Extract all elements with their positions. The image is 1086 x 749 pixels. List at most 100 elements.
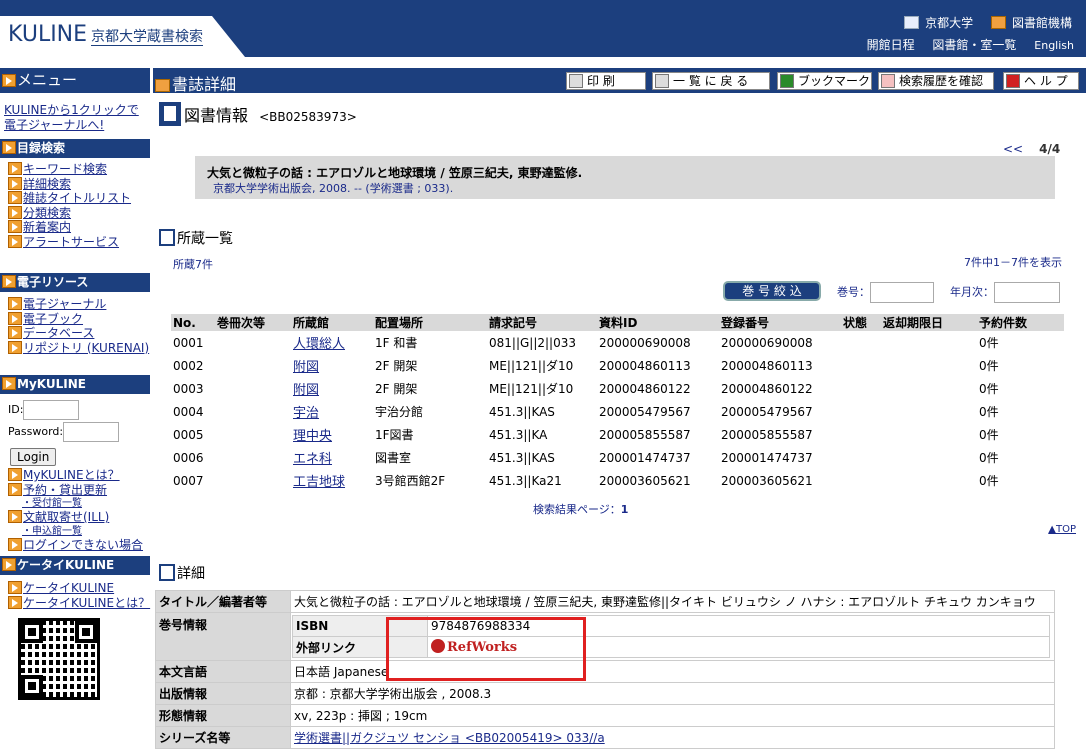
password-label: Password: xyxy=(8,425,64,438)
holdings-cell: 0件 xyxy=(979,382,999,396)
print-button[interactable]: 印 刷 xyxy=(566,72,646,90)
nav-detailed-search[interactable]: 詳細検索 xyxy=(23,177,71,191)
series-label: シリーズ名等 xyxy=(155,726,291,749)
highlight-box xyxy=(386,617,586,681)
table-row: 0004 宇治 宇治分館 451.3||KAS 200005479567 20000547… xyxy=(171,400,1064,423)
year-filter-label: 年月次： xyxy=(950,285,994,299)
link-english[interactable]: English xyxy=(1034,39,1074,52)
holdings-cell xyxy=(841,377,881,400)
series-link[interactable]: 学術選書||ガクジュツ センショ <BB02005419> 033//a xyxy=(294,731,605,745)
holdings-cell xyxy=(841,423,881,446)
nav-renew[interactable]: 予約・貸出更新 xyxy=(23,483,107,497)
library-link[interactable]: 附図 xyxy=(293,360,319,375)
link-rooms[interactable]: 図書館・室一覧 xyxy=(932,38,1016,52)
pager-position: 4/4 xyxy=(1039,142,1061,156)
library-link[interactable]: 人環総人 xyxy=(293,337,345,352)
holdings-cell xyxy=(881,469,977,492)
holdings-cell: 人環総人 xyxy=(291,331,373,354)
holdings-cell xyxy=(881,377,977,400)
arrow-icon xyxy=(2,275,16,288)
library-link[interactable]: 附図 xyxy=(293,383,319,398)
holdings-cell: 1F 和書 xyxy=(375,336,418,350)
nav-cant-login[interactable]: ログインできない場合 xyxy=(23,538,143,552)
holdings-cell xyxy=(841,331,881,354)
arrow-icon xyxy=(8,468,22,481)
holdings-cell: 200004860113 xyxy=(721,358,813,373)
nav-ebook[interactable]: 電子ブック xyxy=(23,312,83,326)
login-button[interactable]: Login xyxy=(10,448,57,466)
arrow-icon xyxy=(8,176,22,190)
ej-promo-link[interactable]: KULINEから1クリックで電子ジャーナルへ! xyxy=(4,103,139,132)
password-input[interactable] xyxy=(63,422,120,442)
holdings-cell: 0003 xyxy=(173,381,204,396)
nav-database[interactable]: データベース xyxy=(23,326,94,340)
university-icon xyxy=(904,16,920,29)
help-button[interactable]: ヘ ル プ xyxy=(1003,72,1079,90)
nav-apply-list[interactable]: ・申込館一覧 xyxy=(22,526,82,537)
holdings-cell: 附図 xyxy=(291,377,373,400)
library-link[interactable]: エネ科 xyxy=(293,452,332,467)
nav-mobile-about[interactable]: ケータイKULINEとは？ xyxy=(23,596,150,610)
list-icon xyxy=(655,74,669,88)
link-kyoto-univ[interactable]: 京都大学 xyxy=(925,16,973,30)
link-library-org[interactable]: 図書館機構 xyxy=(1012,16,1072,30)
table-row: 0005 理中央 1F図書 451.3||KA 200005855587 20000585… xyxy=(171,423,1064,446)
id-input[interactable] xyxy=(23,400,80,420)
catalog-section-header: 目録検索 xyxy=(0,139,150,158)
holdings-cell xyxy=(881,423,977,446)
nav-ejournal[interactable]: 電子ジャーナル xyxy=(23,297,106,311)
library-link[interactable]: 工吉地球 xyxy=(293,475,345,490)
holdings-table: No. 巻冊次等 所蔵館 配置場所 請求記号 資料ID 登録番号 状態 返却期限日 予約件数 00… xyxy=(171,314,1064,492)
pager-prev-link[interactable]: << xyxy=(1003,142,1023,156)
record-id: <BB02583973> xyxy=(259,110,357,124)
holdings-col-header: 登録番号 xyxy=(719,314,841,331)
bib-title: 大気と微粒子の話 : エアロゾルと地球環境 / 笠原三紀夫, 東野達監修. xyxy=(207,166,583,180)
holdings-cell: 0件 xyxy=(979,405,999,419)
holdings-cell: 0006 xyxy=(173,450,204,465)
detail-row-title: タイトル／編著者等 大気と微粒子の話 : エアロゾルと地球環境 / 笠原三紀夫, … xyxy=(155,590,1055,613)
arrow-icon xyxy=(2,141,16,154)
detail-icon xyxy=(159,564,175,581)
holdings-cell xyxy=(215,423,291,446)
nav-ill[interactable]: 文献取寄せ(ILL) xyxy=(23,510,109,524)
book-info-title: 図書情報 xyxy=(184,106,249,125)
library-link[interactable]: 理中央 xyxy=(293,429,332,444)
holdings-col-header: 返却期限日 xyxy=(881,314,977,331)
nav-class-search[interactable]: 分類検索 xyxy=(23,206,71,220)
holdings-cell xyxy=(841,446,881,469)
nav-reception-list[interactable]: ・受付館一覧 xyxy=(22,498,82,509)
nav-journal-list[interactable]: 雑誌タイトルリスト xyxy=(23,191,131,205)
link-hours[interactable]: 開館日程 xyxy=(867,38,915,52)
bookmark-button[interactable]: ブックマーク xyxy=(777,72,872,90)
result-page-link[interactable]: 1 xyxy=(621,503,629,516)
library-link[interactable]: 宇治 xyxy=(293,406,319,421)
holdings-cell: 200005855587 xyxy=(599,427,691,442)
nav-new-arrivals[interactable]: 新着案内 xyxy=(23,220,71,234)
holdings-col-header: 資料ID xyxy=(597,314,719,331)
holdings-cell xyxy=(215,469,291,492)
back-to-list-button[interactable]: 一 覧 に 戻 る xyxy=(652,72,770,90)
holdings-cell: 200004860122 xyxy=(721,381,813,396)
arrow-icon xyxy=(8,581,22,594)
nav-keyword-search[interactable]: キーワード検索 xyxy=(23,162,107,176)
nav-mykuline-about[interactable]: MyKULINEとは？ xyxy=(23,468,120,482)
nav-repository[interactable]: リポジトリ (KURENAI) xyxy=(23,341,149,355)
pub-value: 京都 : 京都大学学術出版会 , 2008.3 xyxy=(290,682,1055,705)
sidebar: メニュー KULINEから1クリックで電子ジャーナルへ! 目録検索 キーワード検… xyxy=(0,68,150,700)
filter-volume-button[interactable]: 巻 号 絞 込 xyxy=(723,281,821,301)
qr-code-icon xyxy=(18,618,100,700)
year-filter-input[interactable] xyxy=(994,282,1060,303)
arrow-icon xyxy=(8,297,22,310)
history-button[interactable]: 検索履歴を確認 xyxy=(878,72,994,90)
back-to-top-link[interactable]: ▲TOP xyxy=(1048,524,1076,535)
nav-mobile[interactable]: ケータイKULINE xyxy=(23,581,114,595)
book-icon xyxy=(159,102,181,126)
bib-summary: 大気と微粒子の話 : エアロゾルと地球環境 / 笠原三紀夫, 東野達監修. 京都… xyxy=(195,156,1055,199)
vol-filter-input[interactable] xyxy=(870,282,934,303)
logo[interactable]: KULINE 京都大学蔵書検索 xyxy=(0,16,245,57)
holdings-icon xyxy=(159,229,175,246)
main-content: 図書情報 <BB02583973> << 4/4 大気と微粒子の話 : エアロゾル… xyxy=(153,96,1086,749)
table-row: 0002 附図 2F 開架 ME||121||ダ10 200004860113 20000… xyxy=(171,354,1064,377)
nav-alert-service[interactable]: アラートサービス xyxy=(23,235,119,249)
mykuline-section-header: MyKULINE xyxy=(0,375,150,394)
